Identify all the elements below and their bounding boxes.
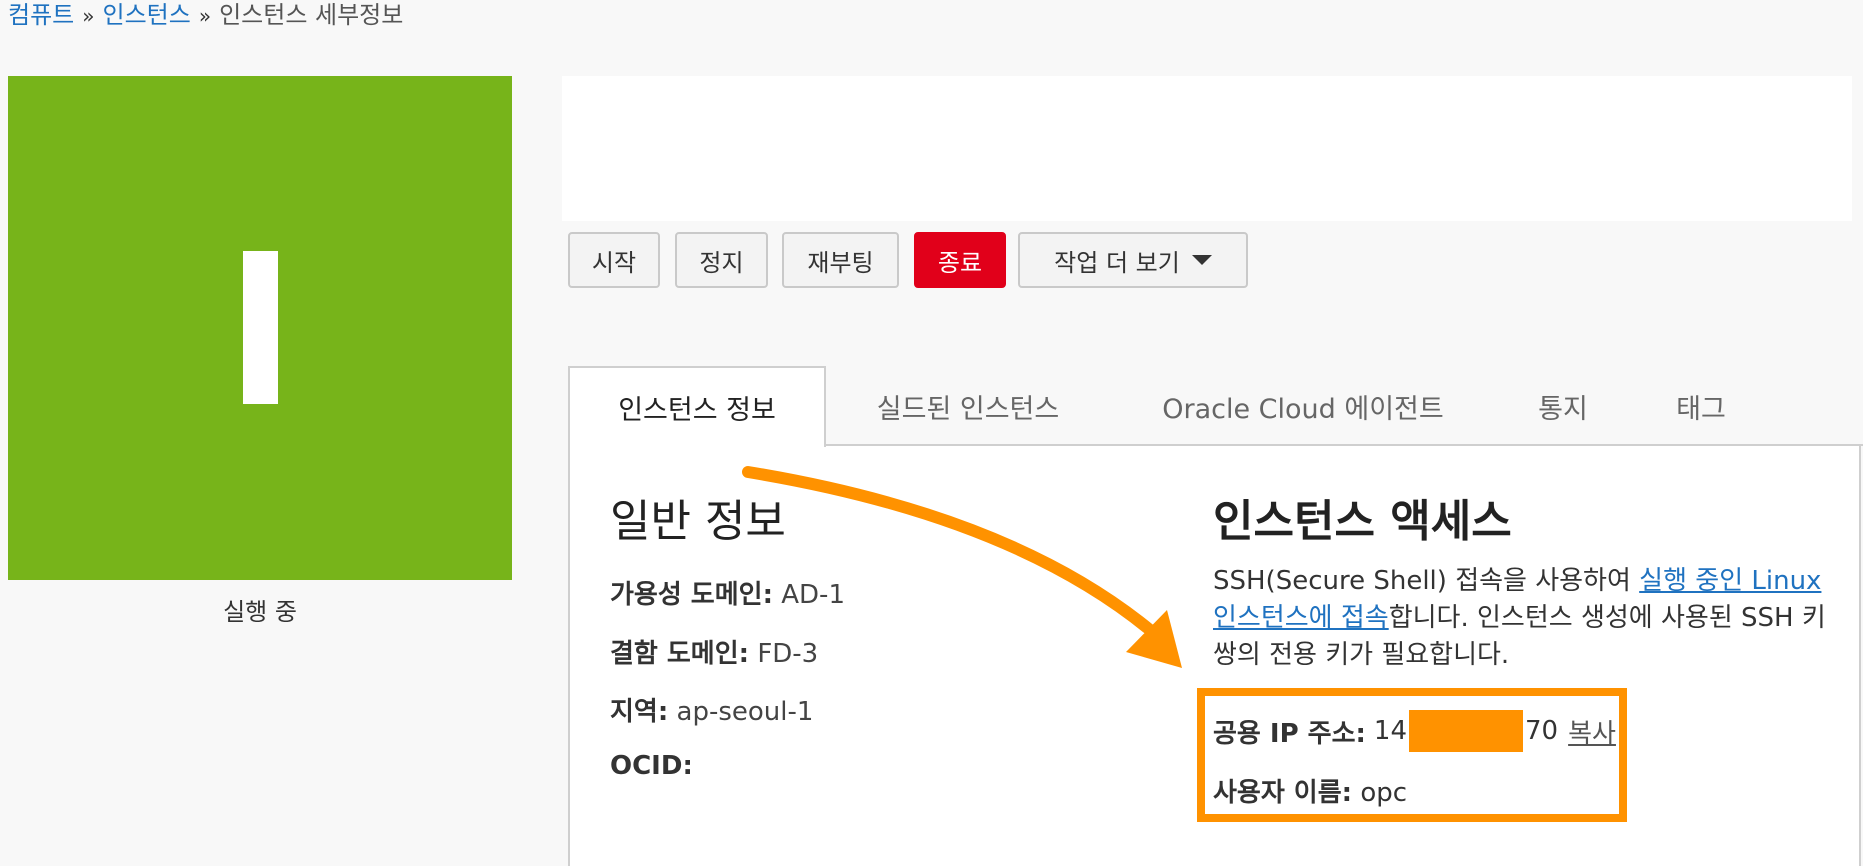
- instance-letter-glyph: [243, 251, 278, 404]
- reboot-button[interactable]: 재부팅: [782, 232, 899, 288]
- public-ip-suffix: 70: [1525, 716, 1559, 746]
- public-ip-field: 공용 IP 주소: 14 70 복사: [1213, 710, 1616, 752]
- public-ip-prefix: 14: [1373, 716, 1408, 746]
- start-button[interactable]: 시작: [568, 232, 660, 288]
- username-label: 사용자 이름:: [1213, 778, 1353, 808]
- username-value: opc: [1360, 778, 1408, 808]
- availability-domain-value: AD-1: [781, 580, 845, 610]
- tab-notifications[interactable]: 통지: [1525, 366, 1601, 446]
- region-field: 지역: ap-seoul-1: [610, 691, 813, 728]
- availability-domain-field: 가용성 도메인: AD-1: [610, 574, 845, 611]
- more-actions-label: 작업 더 보기: [1054, 248, 1180, 277]
- instance-status-label: 실행 중: [223, 598, 297, 626]
- tab-instance-info[interactable]: 인스턴스 정보: [568, 366, 826, 447]
- instance-access-heading: 인스턴스 액세스: [1213, 496, 1512, 547]
- caret-down-icon: [1191, 255, 1212, 265]
- stop-button[interactable]: 정지: [675, 232, 768, 288]
- tab-tags[interactable]: 태그: [1664, 366, 1738, 446]
- username-field: 사용자 이름: opc: [1213, 772, 1407, 809]
- instance-header-panel: [562, 76, 1852, 221]
- tab-oracle-cloud-agent[interactable]: Oracle Cloud 에이전트: [1138, 366, 1468, 446]
- breadcrumb-separator: »: [198, 4, 212, 28]
- instance-access-description: SSH(Secure Shell) 접속을 사용하여 실행 중인 Linux 인…: [1213, 563, 1833, 674]
- fault-domain-label: 결함 도메인:: [610, 639, 750, 669]
- breadcrumb-compute-link[interactable]: 컴퓨트: [8, 1, 74, 29]
- availability-domain-label: 가용성 도메인:: [610, 580, 773, 610]
- instance-status-tile: [8, 76, 512, 580]
- breadcrumb-current: 인스턴스 세부정보: [219, 1, 404, 29]
- fault-domain-value: FD-3: [757, 639, 819, 669]
- ocid-field: OCID:: [610, 751, 693, 781]
- region-value: ap-seoul-1: [676, 697, 814, 727]
- general-info-heading: 일반 정보: [610, 496, 786, 547]
- terminate-button[interactable]: 종료: [914, 232, 1006, 288]
- breadcrumb-instances-link[interactable]: 인스턴스: [103, 1, 191, 29]
- breadcrumb: 컴퓨트 » 인스턴스 » 인스턴스 세부정보: [8, 0, 403, 33]
- redaction-block: [1409, 710, 1524, 752]
- more-actions-button[interactable]: 작업 더 보기: [1018, 232, 1248, 288]
- access-desc-before: SSH(Secure Shell) 접속을 사용하여: [1213, 566, 1640, 596]
- ocid-label: OCID:: [610, 751, 693, 781]
- region-label: 지역:: [610, 697, 669, 727]
- breadcrumb-separator: »: [82, 4, 95, 28]
- tab-shielded-instance[interactable]: 실드된 인스턴스: [850, 366, 1086, 446]
- fault-domain-field: 결함 도메인: FD-3: [610, 633, 818, 670]
- public-ip-label: 공용 IP 주소:: [1213, 718, 1366, 749]
- copy-ip-link[interactable]: 복사: [1568, 713, 1616, 750]
